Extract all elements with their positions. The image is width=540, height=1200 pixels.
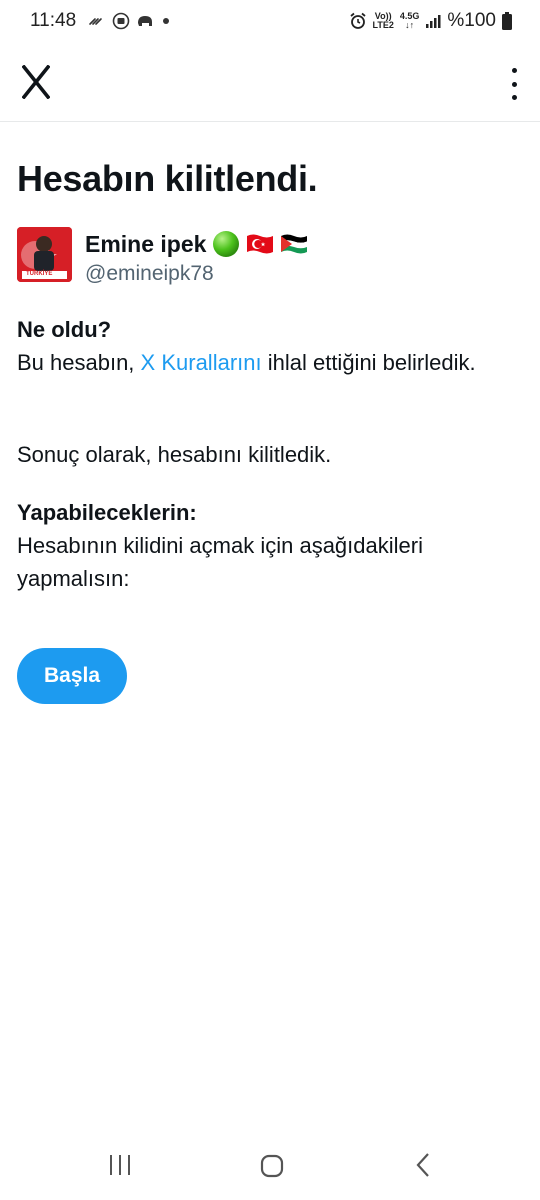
what-you-can-do-heading: Yapabileceklerin: bbox=[17, 500, 197, 525]
profile-name: Emine ipek bbox=[85, 230, 207, 257]
back-icon[interactable] bbox=[414, 1152, 432, 1178]
what-happened-text-before: Bu hesabın, bbox=[17, 350, 141, 375]
signal-icon bbox=[426, 15, 441, 28]
page-title: Hesabın kilitlendi. bbox=[17, 158, 318, 199]
notification-dot-icon bbox=[163, 18, 169, 24]
status-right-icons: Vo)) LTE2 4.5G ↓↑ %100 bbox=[349, 10, 512, 32]
green-circle-icon bbox=[213, 231, 240, 257]
status-time: 11:48 bbox=[30, 10, 77, 31]
elephant-app-icon bbox=[138, 16, 152, 26]
more-options-button[interactable] bbox=[506, 68, 522, 100]
turkey-flag-icon bbox=[247, 234, 274, 254]
battery-percent: %100 bbox=[447, 10, 496, 31]
top-bar bbox=[0, 50, 540, 122]
missed-call-icon bbox=[89, 18, 102, 25]
x-rules-link[interactable]: X Kurallarını bbox=[141, 350, 262, 375]
result-text: Sonuç olarak, hesabını kilitledik. bbox=[17, 442, 332, 467]
data-arrows-icon: ↓↑ bbox=[405, 20, 415, 30]
x-logo-icon[interactable] bbox=[22, 65, 50, 99]
what-you-can-do-section: Yapabileceklerin: Hesabının kilidini açm… bbox=[17, 496, 523, 595]
lte-label: LTE2 bbox=[372, 20, 394, 30]
profile-handle: @emineipk78 bbox=[85, 262, 214, 285]
home-icon[interactable] bbox=[260, 1154, 284, 1178]
palestine-flag-icon bbox=[281, 234, 308, 254]
recent-apps-icon[interactable] bbox=[108, 1154, 132, 1176]
status-left-icons bbox=[88, 12, 172, 30]
what-happened-text-after: ihlal ettiğini belirledik. bbox=[261, 350, 476, 375]
volte-indicator: Vo)) LTE2 bbox=[373, 12, 394, 30]
more-dot-icon bbox=[511, 81, 517, 87]
screen-record-icon bbox=[112, 12, 130, 30]
system-nav-bar bbox=[0, 1130, 540, 1200]
what-you-can-do-text: Hesabının kilidini açmak için aşağıdakil… bbox=[17, 533, 423, 591]
profile-name-row: Emine ipek bbox=[85, 230, 308, 258]
battery-icon bbox=[502, 12, 512, 30]
data-type-indicator: 4.5G ↓↑ bbox=[400, 12, 420, 30]
what-happened-section: Ne oldu? Bu hesabın, X Kurallarını ihlal… bbox=[17, 313, 523, 379]
avatar: TÜRKİYE bbox=[17, 227, 72, 282]
avatar-caption: TÜRKİYE bbox=[26, 271, 53, 277]
alarm-icon bbox=[349, 12, 366, 29]
profile-card: TÜRKİYE Emine ipek @emineipk78 bbox=[17, 227, 523, 287]
what-happened-heading: Ne oldu? bbox=[17, 317, 112, 342]
more-dot-icon bbox=[511, 68, 517, 73]
more-dot-icon bbox=[511, 95, 517, 100]
status-bar: 11:48 Vo)) LTE2 4.5G ↓↑ %100 bbox=[0, 0, 540, 44]
start-button[interactable]: Başla bbox=[17, 648, 127, 704]
